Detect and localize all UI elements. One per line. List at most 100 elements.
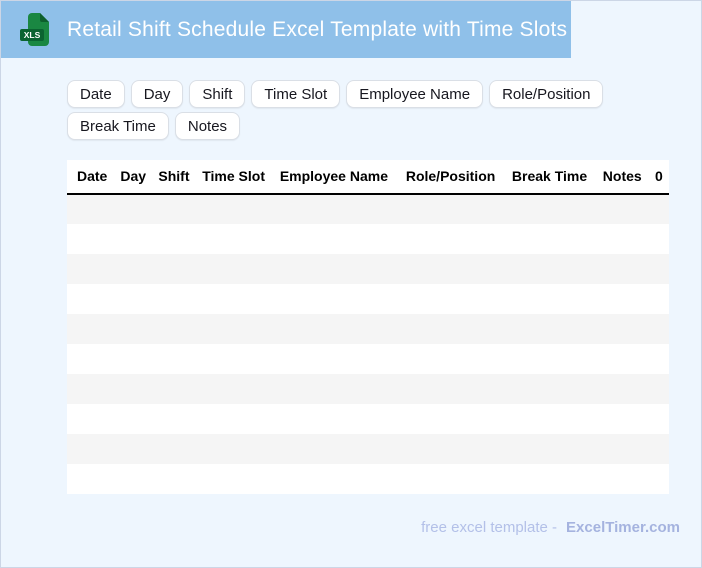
table-cell: [275, 194, 401, 224]
footer-brand-link[interactable]: ExcelTimer.com: [566, 519, 680, 536]
column-header: Notes: [597, 160, 650, 195]
table-cell: [115, 254, 153, 284]
table-cell: [153, 464, 197, 494]
column-header: Role/Position: [400, 160, 507, 195]
table-cell: [650, 314, 669, 344]
table-cell: [115, 374, 153, 404]
table-cell: [67, 284, 115, 314]
table-cell: [507, 344, 598, 374]
table-row: [67, 224, 669, 254]
table-cell: [115, 344, 153, 374]
table-cell: [197, 344, 275, 374]
chip-time-slot[interactable]: Time Slot: [251, 80, 341, 108]
table-row: [67, 194, 669, 224]
table-row: [67, 404, 669, 434]
table-cell: [115, 284, 153, 314]
table-cell: [401, 284, 507, 314]
table-row: [67, 464, 669, 494]
table-cell: [197, 434, 275, 464]
table-cell: [115, 404, 153, 434]
table-cell: [598, 434, 650, 464]
table-cell: [197, 254, 275, 284]
table-cell: [401, 254, 507, 284]
table-cell: [401, 194, 507, 224]
table-row: [67, 314, 669, 344]
table-cell: [401, 314, 507, 344]
schedule-table: Date Day Shift Time Slot Employee Name Role/P…: [67, 160, 669, 494]
table-cell: [507, 254, 598, 284]
table-cell: [401, 224, 507, 254]
chip-break-time[interactable]: Break Time: [67, 112, 169, 140]
table-cell: [115, 434, 153, 464]
table-cell: [275, 284, 401, 314]
table-cell: [275, 344, 401, 374]
table-cell: [401, 344, 507, 374]
table-body: [67, 194, 669, 494]
table-row: [67, 254, 669, 284]
table-cell: [598, 464, 650, 494]
table-cell: [598, 374, 650, 404]
table-cell: [197, 284, 275, 314]
table-cell: [197, 374, 275, 404]
chip-employee-name[interactable]: Employee Name: [346, 80, 484, 108]
chip-day[interactable]: Day: [130, 80, 184, 108]
table-cell: [153, 344, 197, 374]
table-cell: [507, 404, 598, 434]
column-header: Time Slot: [197, 160, 275, 195]
footer-text: free excel template -: [421, 519, 558, 536]
table-cell: [401, 374, 507, 404]
table-cell: [153, 434, 197, 464]
table-cell: [507, 434, 598, 464]
table-cell: [650, 284, 669, 314]
table-row: [67, 374, 669, 404]
table-cell: [598, 194, 650, 224]
table-cell: [401, 434, 507, 464]
table-row: [67, 344, 669, 374]
header-bar: XLS Retail Shift Schedule Excel Template…: [1, 1, 571, 58]
column-header: Break Time: [506, 160, 598, 195]
table-row: [67, 284, 669, 314]
chip-role-position[interactable]: Role/Position: [489, 80, 604, 108]
table-row: [67, 434, 669, 464]
table-cell: [401, 404, 507, 434]
table-cell: [115, 224, 153, 254]
table-cell: [153, 374, 197, 404]
column-header: Date: [67, 160, 116, 195]
chip-shift[interactable]: Shift: [189, 80, 246, 108]
table-cell: [507, 374, 598, 404]
table-cell: [153, 194, 197, 224]
table-cell: [650, 194, 669, 224]
table-cell: [275, 434, 401, 464]
table-cell: [275, 404, 401, 434]
table-cell: [275, 374, 401, 404]
xls-file-icon: XLS: [20, 12, 49, 46]
table-cell: [598, 254, 650, 284]
column-header: Shift: [153, 160, 198, 195]
table-cell: [153, 224, 197, 254]
schedule-table-container: Date Day Shift Time Slot Employee Name Role/P…: [67, 160, 669, 494]
table-cell: [275, 464, 401, 494]
table-cell: [650, 464, 669, 494]
table-cell: [401, 464, 507, 494]
chip-date[interactable]: Date: [67, 80, 125, 108]
table-cell: [197, 314, 275, 344]
table-header-row: Date Day Shift Time Slot Employee Name Role/P…: [67, 160, 669, 195]
table-cell: [197, 224, 275, 254]
table-cell: [507, 464, 598, 494]
table-cell: [507, 284, 598, 314]
table-cell: [275, 224, 401, 254]
table-cell: [67, 224, 115, 254]
chip-notes[interactable]: Notes: [174, 112, 241, 140]
table-cell: [67, 344, 115, 374]
table-cell: [67, 254, 115, 284]
table-cell: [67, 194, 115, 224]
table-cell: [67, 374, 115, 404]
table-cell: [153, 404, 197, 434]
table-cell: [598, 224, 650, 254]
table-cell: [650, 374, 669, 404]
table-cell: [650, 224, 669, 254]
table-cell: [115, 314, 153, 344]
svg-text:XLS: XLS: [24, 30, 41, 40]
table-cell: [153, 284, 197, 314]
table-cell: [67, 314, 115, 344]
